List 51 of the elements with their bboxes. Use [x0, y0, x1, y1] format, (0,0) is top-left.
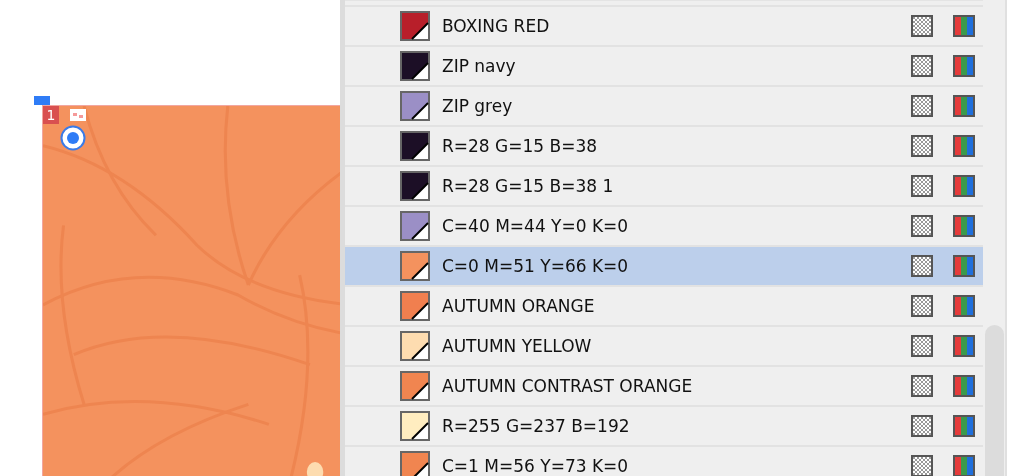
swatch-row[interactable]: C=1 M=56 Y=73 K=0 — [345, 445, 983, 476]
swatch-name: C=0 M=51 Y=66 K=0 — [442, 256, 630, 276]
checkerboard-icon — [911, 135, 933, 157]
swatch-row[interactable]: AUTUMN ORANGE — [345, 285, 983, 325]
rgb-icon — [953, 95, 975, 117]
checkerboard-icon — [911, 15, 933, 37]
swatch-name: ZIP grey — [442, 96, 514, 116]
swatch-row[interactable]: C=0 M=51 Y=66 K=0 — [345, 245, 983, 285]
checkerboard-icon — [911, 375, 933, 397]
rgb-icon — [953, 335, 975, 357]
checkerboard-icon — [911, 95, 933, 117]
swatch-row[interactable]: ZIP navy — [345, 45, 983, 85]
rgb-icon — [953, 175, 975, 197]
checkerboard-icon — [911, 415, 933, 437]
target-handle[interactable] — [60, 125, 86, 151]
swatch-row[interactable]: R=255 G=237 B=192 — [345, 405, 983, 445]
swatch-row[interactable]: AUTUMN YELLOW — [345, 325, 983, 365]
page-number: 1 — [43, 106, 59, 124]
rgb-icon — [953, 55, 975, 77]
swatch-name: R=28 G=15 B=38 1 — [442, 176, 615, 196]
checkerboard-icon — [911, 55, 933, 77]
swatch-name: AUTUMN CONTRAST ORANGE — [442, 376, 694, 396]
swatch-name: C=1 M=56 Y=73 K=0 — [442, 456, 630, 476]
frame-icon — [70, 109, 86, 121]
rgb-icon — [953, 375, 975, 397]
rgb-icon — [953, 255, 975, 277]
rgb-icon — [953, 15, 975, 37]
checkerboard-icon — [911, 215, 933, 237]
rgb-icon — [953, 215, 975, 237]
rgb-icon — [953, 455, 975, 476]
checkerboard-icon — [911, 255, 933, 277]
swatch-row[interactable]: ZIP grey — [345, 85, 983, 125]
checkerboard-icon — [911, 175, 933, 197]
swatch-name: ZIP navy — [442, 56, 517, 76]
swatch-row[interactable]: R=28 G=15 B=38 — [345, 125, 983, 165]
swatch-name: BOXING RED — [442, 16, 551, 36]
rgb-icon — [953, 135, 975, 157]
swatch-name: AUTUMN YELLOW — [442, 336, 593, 356]
checkerboard-icon — [911, 295, 933, 317]
selection-handle[interactable] — [34, 96, 50, 105]
rgb-icon — [953, 295, 975, 317]
rgb-icon — [953, 415, 975, 437]
swatch-row[interactable]: R=28 G=15 B=38 1 — [345, 165, 983, 205]
swatch-row[interactable]: BOXING RED — [345, 5, 983, 45]
checkerboard-icon — [911, 455, 933, 476]
swatch-row[interactable]: AUTUMN CONTRAST ORANGE — [345, 365, 983, 405]
swatch-name: R=28 G=15 B=38 — [442, 136, 599, 156]
swatch-name: C=40 M=44 Y=0 K=0 — [442, 216, 630, 236]
swatch-name: R=255 G=237 B=192 — [442, 416, 631, 436]
swatch-name: AUTUMN ORANGE — [442, 296, 596, 316]
checkerboard-icon — [911, 335, 933, 357]
